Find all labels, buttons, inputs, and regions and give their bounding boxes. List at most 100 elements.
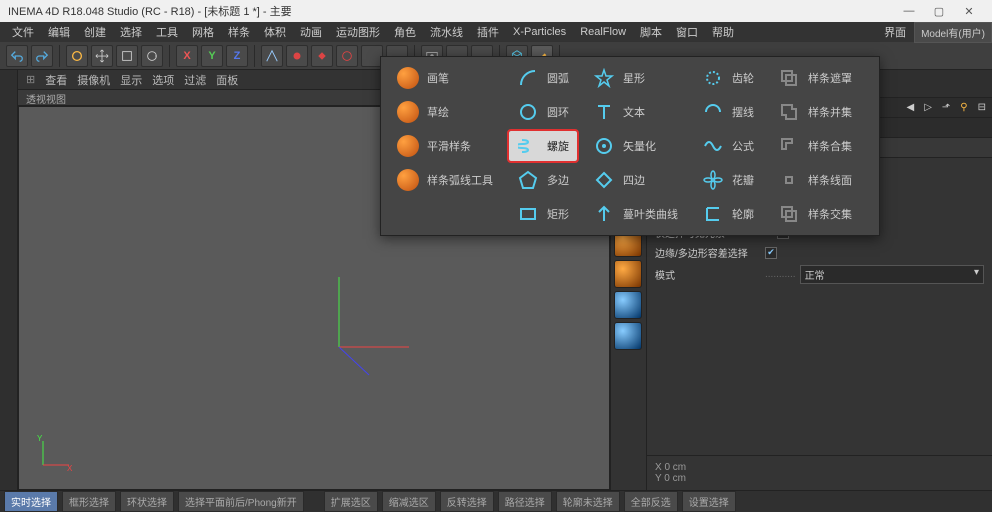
sketch-icon [397, 101, 419, 123]
btool-invert[interactable]: 反转选择 [440, 491, 494, 512]
spline-sub-item[interactable]: 样条合集 [770, 131, 860, 161]
axis-x-toggle[interactable]: X [176, 45, 198, 67]
titlebar: INEMA 4D R18.048 Studio (RC - R18) - [未标… [0, 0, 992, 22]
scale-tool[interactable] [116, 45, 138, 67]
vp-menu-panel[interactable]: 面板 [216, 72, 238, 88]
spline-xor-item[interactable]: 样条交集 [770, 199, 860, 229]
btool-ring[interactable]: 环状选择 [120, 491, 174, 512]
star-item[interactable]: 星形 [585, 63, 686, 93]
helix-item[interactable]: 螺旋 [509, 131, 577, 161]
material-swatch[interactable] [614, 291, 642, 319]
mode-dropdown[interactable]: 正常▾ [800, 265, 984, 284]
record-button[interactable] [286, 45, 308, 67]
menu-spline[interactable]: 样条 [222, 22, 256, 42]
profile-item[interactable]: 轮廓 [694, 199, 762, 229]
btool-grow[interactable]: 扩展选区 [324, 491, 378, 512]
menu-window[interactable]: 窗口 [670, 22, 704, 42]
undo-button[interactable] [6, 45, 28, 67]
spline-pen-item[interactable]: 画笔 [389, 63, 501, 93]
menu-help[interactable]: 帮助 [706, 22, 740, 42]
menu-char[interactable]: 角色 [388, 22, 422, 42]
coord-x: X 0 cm [655, 462, 984, 473]
spline-sketch-item[interactable]: 草绘 [389, 97, 501, 127]
spline-int-item[interactable]: 样条线面 [770, 165, 860, 195]
circle-icon [517, 101, 539, 123]
helix-icon [517, 135, 539, 157]
menu-script[interactable]: 脚本 [634, 22, 668, 42]
menu-anim[interactable]: 动画 [294, 22, 328, 42]
arc-item[interactable]: 圆弧 [509, 63, 577, 93]
spline-mask-item[interactable]: 样条遮罩 [770, 63, 860, 93]
btool-phong[interactable]: 选择平面前后/Phong新开 [178, 491, 304, 512]
flower-icon [702, 169, 724, 191]
spline-arc-tool-item[interactable]: 样条弧线工具 [389, 165, 501, 195]
menu-xparticles[interactable]: X-Particles [507, 24, 572, 40]
minimize-button[interactable]: — [894, 5, 924, 17]
material-swatch[interactable] [614, 260, 642, 288]
btool-all[interactable]: 全部反选 [624, 491, 678, 512]
select-tool[interactable] [66, 45, 88, 67]
world-axis-gizmo [299, 257, 419, 377]
menu-edit[interactable]: 编辑 [42, 22, 76, 42]
cissoid-icon [593, 203, 615, 225]
spline-union-item[interactable]: 样条并集 [770, 97, 860, 127]
layout-preset[interactable]: Model有(用户) [914, 22, 992, 43]
am-nav-back-icon[interactable]: ◀ [907, 102, 915, 113]
flower-item[interactable]: 花瓣 [694, 165, 762, 195]
cogwheel-item[interactable]: 齿轮 [694, 63, 762, 93]
menu-mesh[interactable]: 网格 [186, 22, 220, 42]
4side-item[interactable]: 四边 [585, 165, 686, 195]
move-tool[interactable] [91, 45, 113, 67]
maximize-button[interactable]: ▢ [924, 5, 954, 18]
circle-item[interactable]: 圆环 [509, 97, 577, 127]
autokey-button[interactable] [336, 45, 358, 67]
vp-menu-filter[interactable]: 过滤 [184, 72, 206, 88]
spline-primitives-popup: 画笔 草绘 平滑样条 样条弧线工具 圆弧 圆环 螺旋 多边 矩形 星形 文本 矢… [380, 56, 880, 236]
btool-outline[interactable]: 轮廓未选择 [556, 491, 620, 512]
vp-menu-display[interactable]: 显示 [120, 72, 142, 88]
vectorize-icon [593, 135, 615, 157]
axis-y-toggle[interactable]: Y [201, 45, 223, 67]
am-search-icon[interactable]: ⚲ [960, 102, 967, 113]
menu-select[interactable]: 选择 [114, 22, 148, 42]
vp-menu-options[interactable]: 选项 [152, 72, 174, 88]
menu-create[interactable]: 创建 [78, 22, 112, 42]
menu-volume[interactable]: 体积 [258, 22, 292, 42]
coord-button[interactable] [261, 45, 283, 67]
rotate-tool[interactable] [141, 45, 163, 67]
nside-item[interactable]: 多边 [509, 165, 577, 195]
coord-y: Y 0 cm [655, 473, 984, 484]
keyframe-button[interactable] [311, 45, 333, 67]
am-nav-fwd-icon[interactable]: ▷ [924, 102, 932, 113]
menu-plugins[interactable]: 插件 [471, 22, 505, 42]
menu-realflow[interactable]: RealFlow [574, 24, 632, 40]
cissoid-item[interactable]: 蔓叶类曲线 [585, 199, 686, 229]
btool-path[interactable]: 路径选择 [498, 491, 552, 512]
menu-pipeline[interactable]: 流水线 [424, 22, 469, 42]
am-menu-icon[interactable]: ⊟ [978, 102, 986, 113]
redo-button[interactable] [31, 45, 53, 67]
vp-menu-camera[interactable]: 摄像机 [77, 72, 110, 88]
am-nav-up-icon[interactable]: ⬏ [942, 102, 950, 113]
text-icon [593, 101, 615, 123]
formula-item[interactable]: 公式 [694, 131, 762, 161]
spline-smooth-item[interactable]: 平滑样条 [389, 131, 501, 161]
btool-set[interactable]: 设置选择 [682, 491, 736, 512]
material-swatch[interactable] [614, 322, 642, 350]
btool-rect[interactable]: 框形选择 [62, 491, 116, 512]
spline-mask-icon [778, 67, 800, 89]
profile-icon [702, 203, 724, 225]
btool-shrink[interactable]: 缩减选区 [382, 491, 436, 512]
vectorize-item[interactable]: 矢量化 [585, 131, 686, 161]
vp-menu-view[interactable]: 查看 [45, 72, 67, 88]
axis-z-toggle[interactable]: Z [226, 45, 248, 67]
menu-file[interactable]: 文件 [6, 22, 40, 42]
btool-liveselect[interactable]: 实时选择 [4, 491, 58, 512]
menu-tools[interactable]: 工具 [150, 22, 184, 42]
text-item[interactable]: 文本 [585, 97, 686, 127]
rect-item[interactable]: 矩形 [509, 199, 577, 229]
edgepoly-checkbox[interactable]: ✔ [765, 247, 777, 259]
cycloid-item[interactable]: 摆线 [694, 97, 762, 127]
menu-mograph[interactable]: 运动图形 [330, 22, 386, 42]
close-button[interactable]: ✕ [954, 5, 984, 18]
